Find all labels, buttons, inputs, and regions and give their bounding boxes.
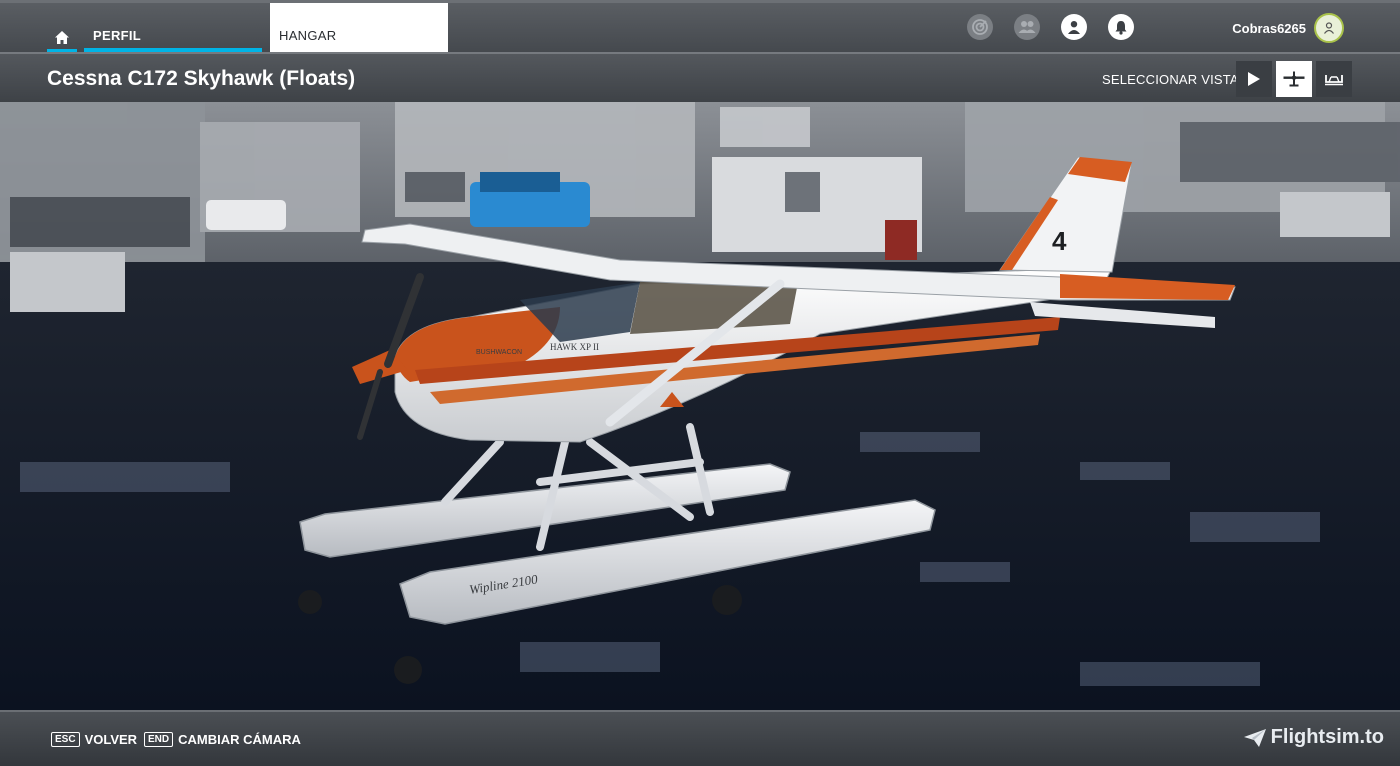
- aircraft-icon: [1283, 71, 1305, 87]
- home-icon: [55, 30, 69, 44]
- brand-text: Flightsim.to: [1270, 726, 1384, 748]
- profile-icon: [1068, 21, 1080, 34]
- friends-icon: [1018, 21, 1036, 33]
- tab-perfil[interactable]: PERFIL: [84, 3, 262, 52]
- aircraft-viewport[interactable]: HAWK XP II BUSHWACON Wipline 2100 4: [0, 102, 1400, 710]
- play-icon: [1248, 72, 1260, 86]
- paper-plane-icon: [1243, 728, 1266, 747]
- page-header: Cessna C172 Skyhawk (Floats) SELECCIONAR…: [0, 52, 1400, 102]
- back-label: VOLVER: [84, 732, 138, 747]
- tab-perfil-label: PERFIL: [93, 28, 142, 43]
- bell-icon: [1115, 20, 1127, 35]
- friends-button[interactable]: [1014, 14, 1040, 40]
- avatar[interactable]: [1314, 13, 1344, 43]
- username[interactable]: Cobras6265: [1232, 21, 1306, 36]
- tab-hangar[interactable]: HANGAR: [270, 3, 448, 52]
- notifications-button[interactable]: [1108, 14, 1134, 40]
- floats-icon: [1325, 75, 1343, 86]
- brand-watermark: Flightsim.to: [1243, 726, 1384, 749]
- view-aircraft-button[interactable]: [1276, 61, 1312, 97]
- view-play-button[interactable]: [1236, 61, 1272, 97]
- home-button[interactable]: [47, 25, 77, 49]
- achievements-icon: [972, 19, 988, 35]
- profile-button[interactable]: [1061, 14, 1087, 40]
- livery-brand-text: BUSHWACON: [476, 349, 522, 356]
- achievements-button[interactable]: [967, 14, 993, 40]
- esc-key-badge: ESC: [51, 732, 80, 747]
- change-camera-hint[interactable]: END CAMBIAR CÁMARA: [144, 732, 301, 747]
- view-floats-button[interactable]: [1316, 61, 1352, 97]
- end-key-badge: END: [144, 732, 174, 747]
- back-hint[interactable]: ESC VOLVER: [51, 732, 137, 747]
- livery-model-text: HAWK XP II: [550, 342, 599, 352]
- top-navigation: PERFIL HANGAR Cobras6265: [0, 0, 1400, 53]
- aircraft-title: Cessna C172 Skyhawk (Floats): [47, 67, 356, 90]
- select-view-label: SELECCIONAR VISTA: [1102, 72, 1239, 87]
- bottom-bar: ESC VOLVER END CAMBIAR CÁMARA Flightsim.…: [0, 710, 1400, 766]
- user-icon: [1324, 22, 1334, 34]
- tab-hangar-label: HANGAR: [279, 28, 337, 43]
- tail-number-text: 4: [1052, 226, 1067, 256]
- change-camera-label: CAMBIAR CÁMARA: [178, 732, 301, 747]
- hangar-scene: HAWK XP II BUSHWACON Wipline 2100 4: [0, 102, 1400, 710]
